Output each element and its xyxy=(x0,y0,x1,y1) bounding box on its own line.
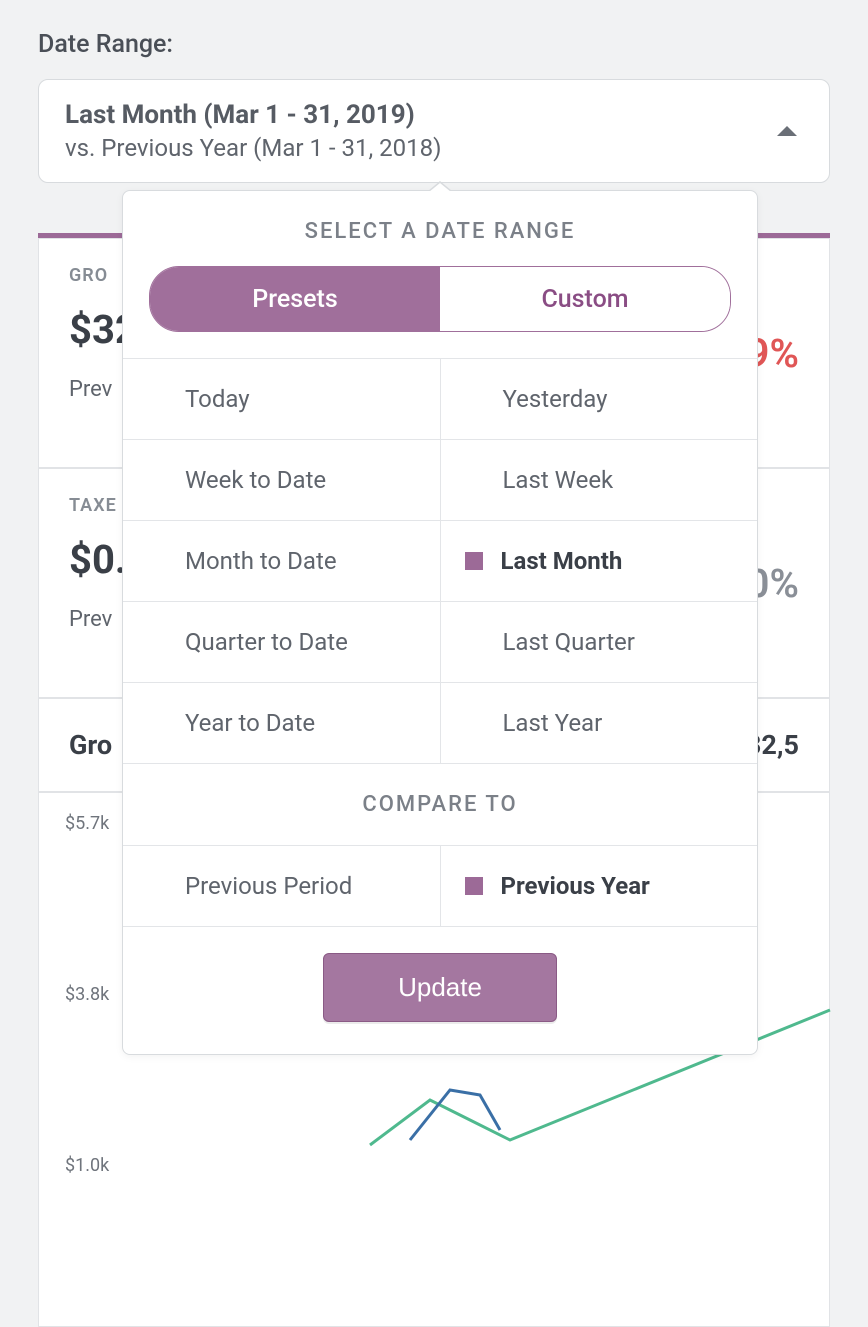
preset-last-month[interactable]: Last Month xyxy=(440,521,758,602)
preset-last-week[interactable]: Last Week xyxy=(440,440,758,521)
preset-month-to-date[interactable]: Month to Date xyxy=(123,521,440,602)
preset-week-to-date[interactable]: Week to Date xyxy=(123,440,440,521)
compare-previous-year[interactable]: Previous Year xyxy=(440,846,758,927)
popover-title: SELECT A DATE RANGE xyxy=(123,191,757,266)
selected-range-compare: vs. Previous Year (Mar 1 - 31, 2018) xyxy=(65,134,441,162)
selected-indicator-icon xyxy=(465,877,483,895)
date-range-popover: SELECT A DATE RANGE Presets Custom Today… xyxy=(122,190,758,1055)
update-button[interactable]: Update xyxy=(323,953,557,1022)
preset-yesterday[interactable]: Yesterday xyxy=(440,359,758,440)
compare-title: COMPARE TO xyxy=(123,764,757,846)
ytick-2: $1.0k xyxy=(65,1155,819,1176)
tab-presets[interactable]: Presets xyxy=(150,267,440,331)
chevron-up-icon xyxy=(777,126,797,136)
summary-label: Gro xyxy=(69,729,112,761)
tab-custom[interactable]: Custom xyxy=(440,267,730,331)
preset-grid: Today Yesterday Week to Date Last Week M… xyxy=(123,358,757,764)
preset-custom-segment: Presets Custom xyxy=(149,266,731,332)
preset-last-quarter[interactable]: Last Quarter xyxy=(440,602,758,683)
preset-quarter-to-date[interactable]: Quarter to Date xyxy=(123,602,440,683)
date-range-label: Date Range: xyxy=(38,30,830,59)
selected-range-primary: Last Month (Mar 1 - 31, 2019) xyxy=(65,100,441,130)
date-range-selector[interactable]: Last Month (Mar 1 - 31, 2019) vs. Previo… xyxy=(38,79,830,183)
preset-year-to-date[interactable]: Year to Date xyxy=(123,683,440,764)
compare-previous-period[interactable]: Previous Period xyxy=(123,846,440,927)
preset-last-year[interactable]: Last Year xyxy=(440,683,758,764)
preset-today[interactable]: Today xyxy=(123,359,440,440)
selected-indicator-icon xyxy=(465,552,483,570)
